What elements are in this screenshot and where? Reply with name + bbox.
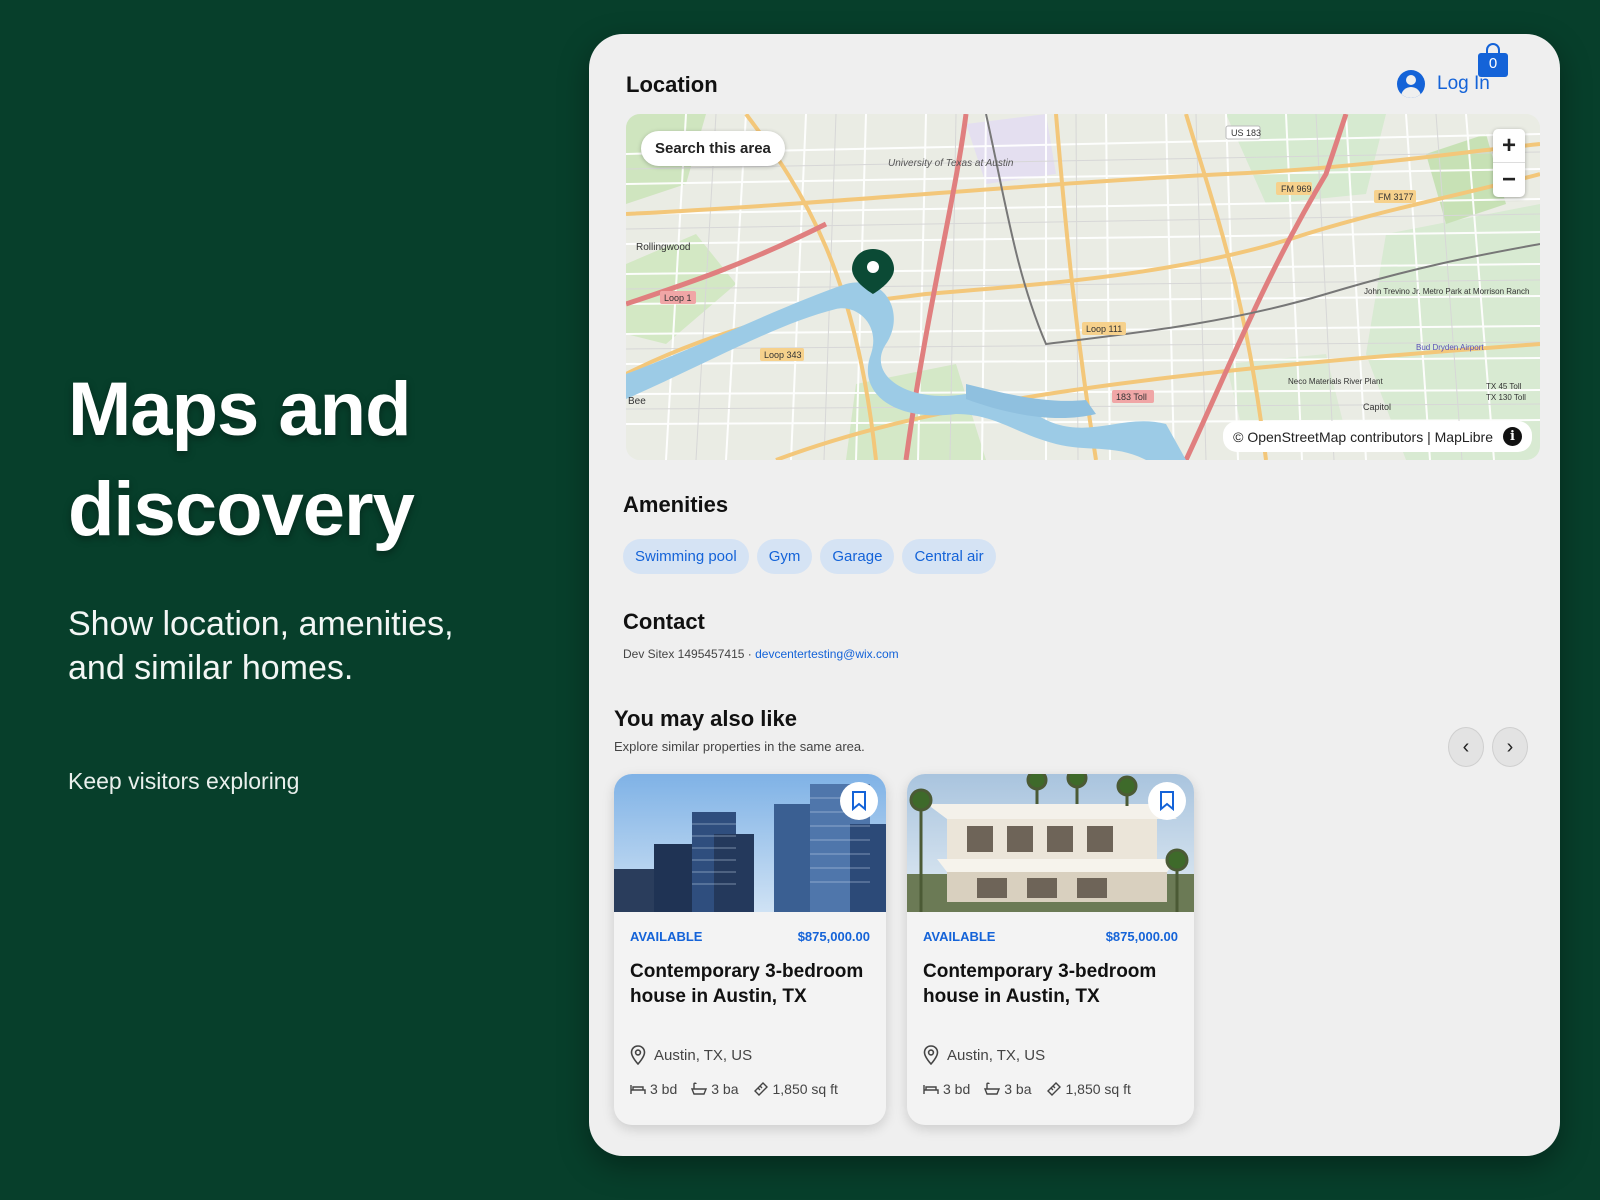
map-label-ut-austin: University of Texas at Austin bbox=[888, 158, 1014, 169]
amenity-chip[interactable]: Central air bbox=[902, 539, 996, 574]
property-price: $875,000.00 bbox=[1105, 929, 1178, 944]
map-label-fm-969: FM 969 bbox=[1281, 184, 1312, 194]
map-label-fm-3177: FM 3177 bbox=[1378, 192, 1414, 202]
carousel-next-button[interactable]: › bbox=[1492, 727, 1528, 767]
map-label-bee: Bee bbox=[628, 396, 646, 407]
bookmark-icon bbox=[1160, 791, 1174, 811]
hero-subtitle: Show location, amenities, and similar ho… bbox=[68, 605, 454, 687]
map-label-us-183: US 183 bbox=[1231, 128, 1261, 138]
hero-section: Maps and discovery Show location, ameniti… bbox=[68, 360, 548, 794]
zoom-in-button[interactable]: + bbox=[1493, 129, 1525, 163]
save-listing-button[interactable] bbox=[840, 782, 878, 820]
hero-title: Maps and discovery bbox=[68, 367, 415, 552]
property-features: 3 bd 3 ba 1,850 sq ft bbox=[923, 1081, 1131, 1097]
similar-subtitle: Explore similar properties in the same a… bbox=[614, 739, 865, 754]
map-label-loop-1: Loop 1 bbox=[664, 293, 692, 303]
location-icon bbox=[923, 1045, 939, 1065]
login-button[interactable]: Log In bbox=[1397, 70, 1490, 98]
location-icon bbox=[630, 1045, 646, 1065]
property-image bbox=[907, 774, 1194, 912]
similar-title: You may also like bbox=[614, 706, 798, 731]
chevron-left-icon: ‹ bbox=[1462, 735, 1470, 758]
map-label-loop-343: Loop 343 bbox=[764, 350, 802, 360]
info-icon[interactable]: i bbox=[1503, 427, 1522, 446]
bath-icon bbox=[984, 1082, 1001, 1095]
property-title[interactable]: Contemporary 3-bedroom house in Austin, … bbox=[923, 959, 1178, 1009]
amenity-chip[interactable]: Swimming pool bbox=[623, 539, 749, 574]
login-label: Log In bbox=[1437, 73, 1490, 94]
property-location: Austin, TX, US bbox=[923, 1045, 1045, 1065]
contact-details: Dev Sitex 1495457415 · devcentertesting@… bbox=[623, 647, 899, 661]
amenity-chip[interactable]: Garage bbox=[820, 539, 895, 574]
property-features: 3 bd 3 ba 1,850 sq ft bbox=[630, 1081, 838, 1097]
carousel-prev-button[interactable]: ‹ bbox=[1448, 727, 1484, 767]
chevron-right-icon: › bbox=[1506, 735, 1514, 758]
bed-icon bbox=[630, 1085, 646, 1094]
property-price: $875,000.00 bbox=[797, 929, 870, 944]
map-view[interactable]: US 183 FM 969 FM 3177 Loop 1 Loop 343 Lo… bbox=[626, 114, 1540, 460]
property-image bbox=[614, 774, 886, 912]
amenities-title: Amenities bbox=[623, 492, 729, 517]
map-attribution: © OpenStreetMap contributors | MapLibre … bbox=[1223, 421, 1532, 452]
contact-name: Dev Sitex 1495457415 · bbox=[623, 647, 756, 661]
property-location: Austin, TX, US bbox=[630, 1045, 752, 1065]
area-icon bbox=[753, 1082, 768, 1096]
location-title: Location bbox=[626, 72, 718, 97]
property-card[interactable]: AVAILABLE $875,000.00 Contemporary 3-bed… bbox=[614, 774, 886, 1125]
map-label-rollingwood: Rollingwood bbox=[636, 242, 690, 253]
search-this-area-button[interactable]: Search this area bbox=[641, 131, 785, 166]
map-label-tx45: TX 45 Toll bbox=[1486, 382, 1522, 391]
map-label-loop-111: Loop 111 bbox=[1086, 324, 1122, 334]
zoom-controls: + − bbox=[1493, 129, 1525, 197]
amenity-chip[interactable]: Gym bbox=[756, 539, 813, 574]
user-icon bbox=[1397, 70, 1425, 98]
map-label-park: John Trevino Jr. Metro Park at Morrison … bbox=[1364, 287, 1529, 296]
property-card[interactable]: AVAILABLE $875,000.00 Contemporary 3-bed… bbox=[907, 774, 1194, 1125]
bookmark-icon bbox=[852, 791, 866, 811]
save-listing-button[interactable] bbox=[1148, 782, 1186, 820]
map-label-capitol: Capitol bbox=[1363, 402, 1391, 412]
hero-tagline: Keep visitors exploring bbox=[68, 768, 300, 794]
property-title[interactable]: Contemporary 3-bedroom house in Austin, … bbox=[630, 959, 870, 1009]
amenities-list: Swimming pool Gym Garage Central air bbox=[623, 539, 996, 574]
contact-title: Contact bbox=[623, 609, 705, 634]
listing-panel: 0 Log In Location US 183 FM 969 FM 3177 … bbox=[589, 34, 1560, 1156]
map-label-183-toll: 183 Toll bbox=[1116, 392, 1147, 402]
map-label-airport: Bud Dryden Airport bbox=[1416, 343, 1484, 352]
bed-icon bbox=[923, 1085, 939, 1094]
contact-email-link[interactable]: devcentertesting@wix.com bbox=[755, 647, 899, 661]
map-label-neco: Neco Materials River Plant bbox=[1288, 377, 1383, 386]
status-badge: AVAILABLE bbox=[630, 929, 703, 944]
area-icon bbox=[1046, 1082, 1061, 1096]
attribution-text: © OpenStreetMap contributors | MapLibre bbox=[1233, 428, 1493, 445]
zoom-out-button[interactable]: − bbox=[1493, 163, 1525, 197]
bath-icon bbox=[691, 1082, 708, 1095]
map-label-tx130: TX 130 Toll bbox=[1486, 393, 1526, 402]
status-badge: AVAILABLE bbox=[923, 929, 996, 944]
